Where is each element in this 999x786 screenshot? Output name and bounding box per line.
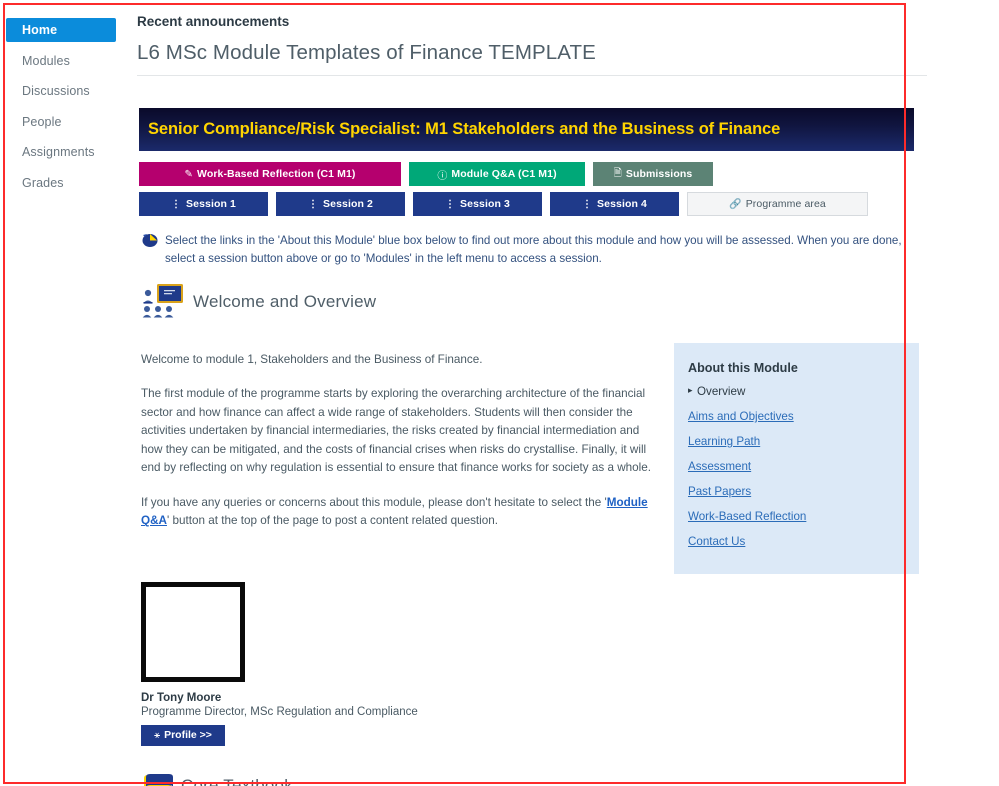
core-textbook-title: Core Textbook xyxy=(181,776,293,786)
about-link-learning-path[interactable]: Learning Path xyxy=(688,435,919,448)
title-divider xyxy=(137,75,927,76)
session-1-label: Session 1 xyxy=(186,198,236,210)
module-banner: Senior Compliance/Risk Specialist: M1 St… xyxy=(139,108,914,151)
staff-role: Programme Director, MSc Regulation and C… xyxy=(141,705,418,718)
session-3-label: Session 3 xyxy=(460,198,510,210)
about-link-aims-and-objectives[interactable]: Aims and Objectives xyxy=(688,410,919,423)
page-title: L6 MSc Module Templates of Finance TEMPL… xyxy=(137,41,596,64)
submissions-label: Submissions xyxy=(625,168,693,180)
main-content: Recent announcements L6 MSc Module Templ… xyxy=(133,0,933,786)
session-4-button[interactable]: ⋮ Session 4 xyxy=(550,192,679,216)
canvas-page: Home Modules Discussions People Assignme… xyxy=(0,0,999,786)
question-circle-icon: ⓘ xyxy=(437,170,448,182)
book-icon xyxy=(141,772,175,786)
sidebar-item-people[interactable]: People xyxy=(6,110,132,134)
sidebar-item-grades[interactable]: Grades xyxy=(6,171,132,195)
profile-button-label: Profile >> xyxy=(164,729,212,742)
session-4-label: Session 4 xyxy=(597,198,647,210)
welcome-section-title: Welcome and Overview xyxy=(193,292,377,312)
query-text-before: If you have any queries or concerns abou… xyxy=(141,495,607,509)
about-link-work-based-reflection[interactable]: Work-Based Reflection xyxy=(688,510,919,523)
sidebar-item-discussions[interactable]: Discussions xyxy=(6,79,132,103)
staff-card: Dr Tony Moore Programme Director, MSc Re… xyxy=(141,581,933,746)
module-banner-title: Senior Compliance/Risk Specialist: M1 St… xyxy=(148,120,781,138)
pencil-icon: ✎ xyxy=(184,168,193,180)
kebab-menu-icon: ⋮ xyxy=(445,198,456,210)
session-1-button[interactable]: ⋮ Session 1 xyxy=(139,192,268,216)
about-link-contact-us[interactable]: Contact Us xyxy=(688,535,919,548)
about-box-title: About this Module xyxy=(688,360,798,375)
core-textbook-heading: Core Textbook xyxy=(141,772,933,786)
submissions-button[interactable]: 🗎 Submissions xyxy=(593,162,713,186)
sidebar-item-modules[interactable]: Modules xyxy=(6,49,132,73)
course-navigation: Home Modules Discussions People Assignme… xyxy=(6,6,132,776)
classroom-presentation-icon xyxy=(141,282,187,323)
profile-button[interactable]: ⚹ Profile >> xyxy=(141,724,225,746)
recent-announcements-label: Recent announcements xyxy=(137,14,290,29)
welcome-paragraph-2: The first module of the programme starts… xyxy=(141,387,651,475)
session-button-row: ⋮ Session 1 ⋮ Session 2 ⋮ Session 3 ⋮ Se… xyxy=(139,192,933,216)
staff-name: Dr Tony Moore xyxy=(141,691,222,704)
module-qa-label: Module Q&A (C1 M1) xyxy=(451,168,557,180)
link-icon: 🔗 xyxy=(729,198,742,210)
mouse-pointer-icon xyxy=(141,232,161,249)
welcome-paragraph-3: If you have any queries or concerns abou… xyxy=(141,494,651,531)
work-based-reflection-button[interactable]: ✎ Work-Based Reflection (C1 M1) xyxy=(139,162,401,186)
about-link-assessment[interactable]: Assessment xyxy=(688,460,919,473)
about-link-past-papers[interactable]: Past Papers xyxy=(688,485,919,498)
session-2-label: Session 2 xyxy=(323,198,373,210)
programme-area-label: Programme area xyxy=(745,198,826,210)
welcome-body: Welcome to module 1, Stakeholders and th… xyxy=(141,342,933,574)
query-text-after: ' button at the top of the page to post … xyxy=(166,514,499,528)
instruction-note-text: Select the links in the 'About this Modu… xyxy=(165,234,902,265)
programme-area-button[interactable]: 🔗 Programme area xyxy=(687,192,868,216)
sidebar-item-assignments[interactable]: Assignments xyxy=(6,140,132,164)
about-this-module-box: About this Module Overview Aims and Obje… xyxy=(674,342,919,574)
document-upload-icon: 🗎 xyxy=(613,167,622,179)
instruction-note: Select the links in the 'About this Modu… xyxy=(141,232,911,268)
welcome-text-column: Welcome to module 1, Stakeholders and th… xyxy=(141,343,651,574)
about-link-overview[interactable]: Overview xyxy=(688,385,919,398)
welcome-paragraph-1: Welcome to module 1, Stakeholders and th… xyxy=(141,352,483,366)
kebab-menu-icon: ⋮ xyxy=(171,198,182,210)
kebab-menu-icon: ⋮ xyxy=(582,198,593,210)
staff-photo-placeholder xyxy=(141,581,245,682)
module-qa-button[interactable]: ⓘ Module Q&A (C1 M1) xyxy=(409,162,585,186)
welcome-section-heading: Welcome and Overview xyxy=(141,282,933,323)
primary-button-row: ✎ Work-Based Reflection (C1 M1) ⓘ Module… xyxy=(139,162,933,186)
session-2-button[interactable]: ⋮ Session 2 xyxy=(276,192,405,216)
person-icon: ⚹ xyxy=(154,729,161,741)
session-3-button[interactable]: ⋮ Session 3 xyxy=(413,192,542,216)
sidebar-item-home[interactable]: Home xyxy=(6,18,116,42)
work-based-reflection-label: Work-Based Reflection (C1 M1) xyxy=(197,168,356,180)
kebab-menu-icon: ⋮ xyxy=(308,198,319,210)
